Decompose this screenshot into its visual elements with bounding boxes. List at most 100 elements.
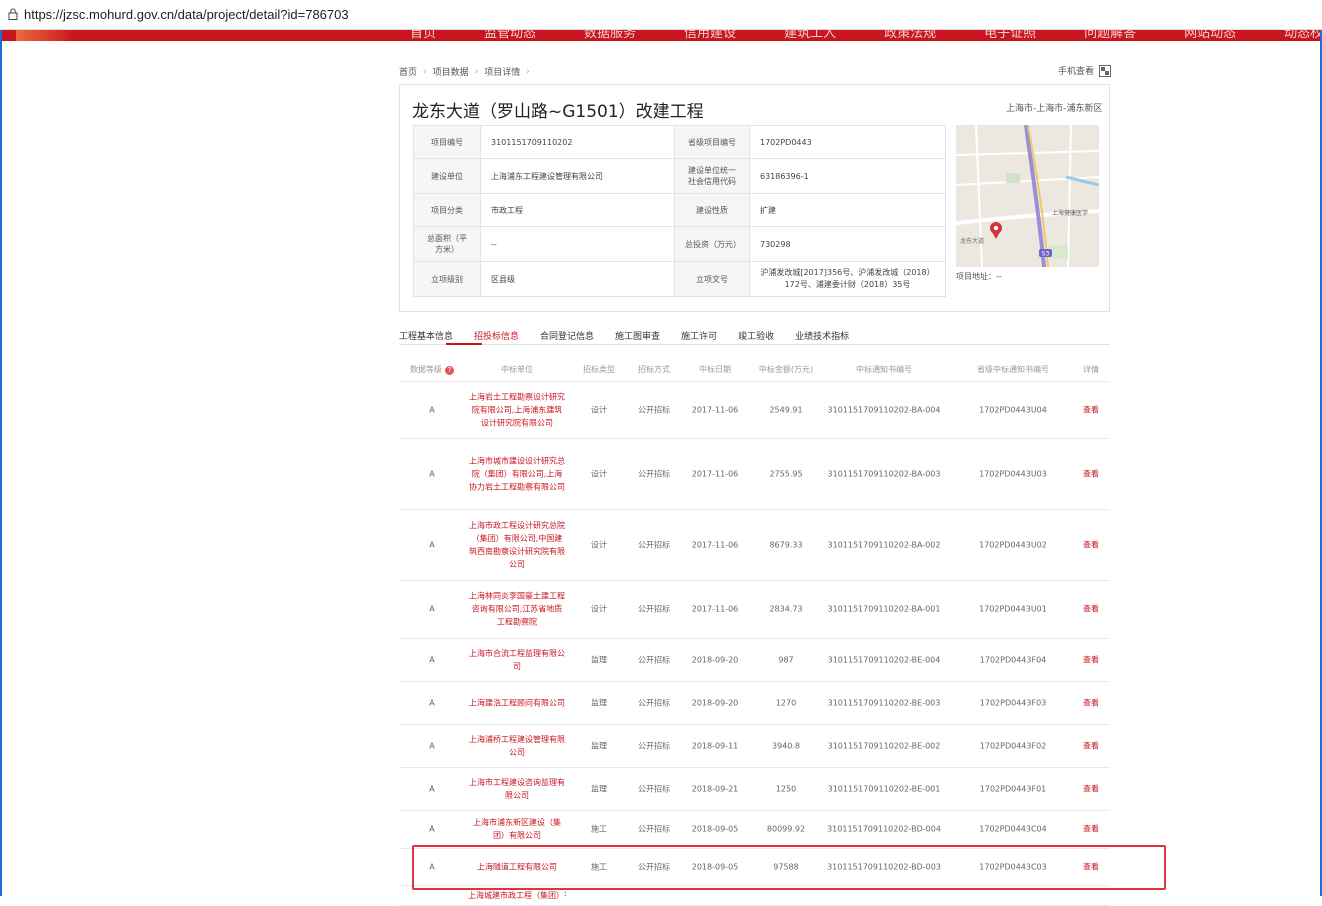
cell-view[interactable]: 查看 (1083, 697, 1099, 708)
cell-notice: 3101151709110202-BA-001 (827, 604, 941, 614)
cell-view[interactable]: 查看 (1083, 405, 1099, 416)
info-label: 建设性质 (674, 193, 750, 227)
cell-prov: 1702PD0443C03 (979, 862, 1047, 871)
table-header-label: 中标通知书编号 (856, 365, 912, 374)
cell-prov: 1702PD0443F01 (979, 784, 1047, 793)
help-icon[interactable]: ? (445, 366, 454, 375)
cell-unit[interactable]: 上海隧道工程有限公司 (468, 860, 566, 873)
tab-4[interactable]: 施工许可 (681, 329, 717, 342)
cell-view[interactable]: 查看 (1083, 604, 1099, 615)
cell-unit[interactable]: 上海浦桥工程建设管理有限公司 (468, 733, 566, 759)
cell-date: 2018-09-05 (691, 862, 739, 871)
cell-notice: 3101151709110202-BA-002 (827, 540, 941, 549)
site-nav-item[interactable]: 信用建设 (684, 30, 736, 41)
breadcrumb-home[interactable]: 首页 (399, 65, 417, 78)
info-label: 项目分类 (413, 193, 481, 227)
cell-date: 2018-09-20 (691, 655, 739, 664)
cell-date: 2017-11-06 (691, 604, 739, 614)
cell-view[interactable]: 查看 (1083, 468, 1099, 479)
cell-level: A (429, 540, 435, 549)
info-value: 1702PD0443 (749, 125, 946, 159)
tab-5[interactable]: 竣工验收 (738, 329, 774, 342)
info-row: 项目编号 3101151709110202 省级项目编号 1702PD0443 (413, 125, 946, 159)
cell-method: 公开招标 (638, 604, 670, 614)
breadcrumb-data[interactable]: 项目数据 (433, 65, 469, 78)
cell-type: 监理 (591, 655, 607, 664)
cell-notice: 3101151709110202-BE-002 (827, 741, 941, 750)
table-header-label: 中标日期 (699, 365, 731, 374)
cell-type: 设计 (591, 540, 607, 549)
table-row: A 上海岩土工程勘察设计研究院有限公司,上海浦东建筑设计研究院有限公司 设计 公开招标… (399, 382, 1110, 439)
cell-type: 设计 (591, 604, 607, 614)
cell-date: 2018-09-05 (691, 824, 739, 834)
cell-prov: 1702PD0443U02 (979, 540, 1047, 549)
info-value: 上海浦东工程建设管理有限公司 (480, 158, 675, 194)
site-nav-item[interactable]: 政策法规 (884, 30, 936, 41)
cell-view[interactable]: 查看 (1083, 861, 1099, 872)
cell-view[interactable]: 查看 (1083, 783, 1099, 794)
table-header-label: 中标单位 (501, 365, 533, 374)
cell-type: 施工 (591, 862, 607, 871)
cell-type: 监理 (591, 784, 607, 793)
cell-amount: 80099.92 (766, 824, 806, 834)
cell-amount: 1250 (775, 784, 797, 793)
info-label: 总投资（万元） (674, 226, 750, 262)
table-header: 省级中标通知书编号 (977, 364, 1049, 375)
cell-unit[interactable]: 上海城建市政工程（集团）有限公司 (468, 889, 566, 903)
cell-amount: 97588 (773, 862, 799, 871)
info-label: 项目编号 (413, 125, 481, 159)
tab-3[interactable]: 施工图审查 (615, 329, 660, 342)
tab-1[interactable]: 招投标信息 (474, 329, 519, 342)
cell-view[interactable]: 查看 (1083, 824, 1099, 835)
site-nav-item[interactable]: 动态权重 (1284, 30, 1320, 41)
site-nav-item[interactable]: 监管动态 (484, 30, 536, 41)
cell-method: 公开招标 (638, 469, 670, 478)
tab-active-underline (446, 343, 482, 345)
cell-notice: 3101151709110202-BE-003 (827, 698, 941, 707)
project-address: 项目地址：-- (956, 272, 1002, 281)
site-nav-item[interactable]: 首页 (410, 30, 436, 41)
cell-prov: 1702PD0443F03 (979, 698, 1047, 707)
cell-prov: 1702PD0443U01 (979, 604, 1047, 614)
site-nav-item[interactable]: 数据服务 (584, 30, 636, 41)
table-header: 中标单位 (501, 364, 533, 375)
info-value: 3101151709110202 (480, 125, 675, 159)
cell-method: 公开招标 (638, 862, 670, 871)
cell-level: A (429, 862, 435, 871)
site-nav-item[interactable]: 电子证照 (984, 30, 1036, 41)
url-text[interactable]: https://jzsc.mohurd.gov.cn/data/project/… (24, 7, 349, 22)
cell-unit[interactable]: 上海建浩工程顾问有限公司 (468, 696, 566, 709)
cell-unit[interactable]: 上海市工程建设咨询监理有限公司 (468, 776, 566, 802)
info-label: 立项文号 (674, 261, 750, 297)
table-header: 详情 (1083, 364, 1099, 375)
site-nav-item[interactable]: 建筑工人 (784, 30, 836, 41)
table-header-label: 招标类型 (583, 365, 615, 374)
cell-method: 公开招标 (638, 784, 670, 793)
info-value: 扩建 (749, 193, 946, 227)
address-bar[interactable]: https://jzsc.mohurd.gov.cn/data/project/… (0, 0, 1322, 30)
cell-unit[interactable]: 上海市浦东新区建设（集团）有限公司 (468, 816, 566, 842)
info-row: 总面积（平方米） -- 总投资（万元） 730298 (413, 226, 946, 262)
info-row: 项目分类 市政工程 建设性质 扩建 (413, 193, 946, 227)
mobile-view-link[interactable]: 手机查看 (1058, 64, 1112, 77)
cell-unit[interactable]: 上海市政工程设计研究总院（集团）有限公司,中国建筑西南勘察设计研究院有限公司 (468, 519, 566, 571)
chevron-right-icon: › (526, 66, 530, 77)
tab-6[interactable]: 业绩技术指标 (795, 329, 849, 342)
cell-unit[interactable]: 上海市城市建设设计研究总院（集团）有限公司,上海协力岩土工程勘察有限公司 (468, 454, 566, 493)
cell-method: 公开招标 (638, 405, 670, 415)
cell-unit[interactable]: 上海林同炎李国豪土建工程咨询有限公司,江苏省地质工程勘察院 (468, 590, 566, 629)
cell-view[interactable]: 查看 (1083, 654, 1099, 665)
cell-level: A (429, 698, 435, 707)
tab-0[interactable]: 工程基本信息 (399, 329, 453, 342)
cell-unit[interactable]: 上海岩土工程勘察设计研究院有限公司,上海浦东建筑设计研究院有限公司 (468, 391, 566, 430)
site-nav-item[interactable]: 网站动态 (1184, 30, 1236, 41)
cell-view[interactable]: 查看 (1083, 539, 1099, 550)
cell-unit[interactable]: 上海市合流工程监理有限公司 (468, 647, 566, 673)
cell-type: 监理 (591, 741, 607, 750)
cell-view[interactable]: 查看 (1083, 740, 1099, 751)
cell-prov: 1702PD0443C04 (979, 824, 1047, 834)
project-map[interactable]: S3 上海健康医学 龙东大道 (956, 125, 1099, 267)
table-row: A 上海市城市建设设计研究总院（集团）有限公司,上海协力岩土工程勘察有限公司 设计 公… (399, 438, 1110, 510)
tab-2[interactable]: 合同登记信息 (540, 329, 594, 342)
site-nav-item[interactable]: 问题解答 (1084, 30, 1136, 41)
